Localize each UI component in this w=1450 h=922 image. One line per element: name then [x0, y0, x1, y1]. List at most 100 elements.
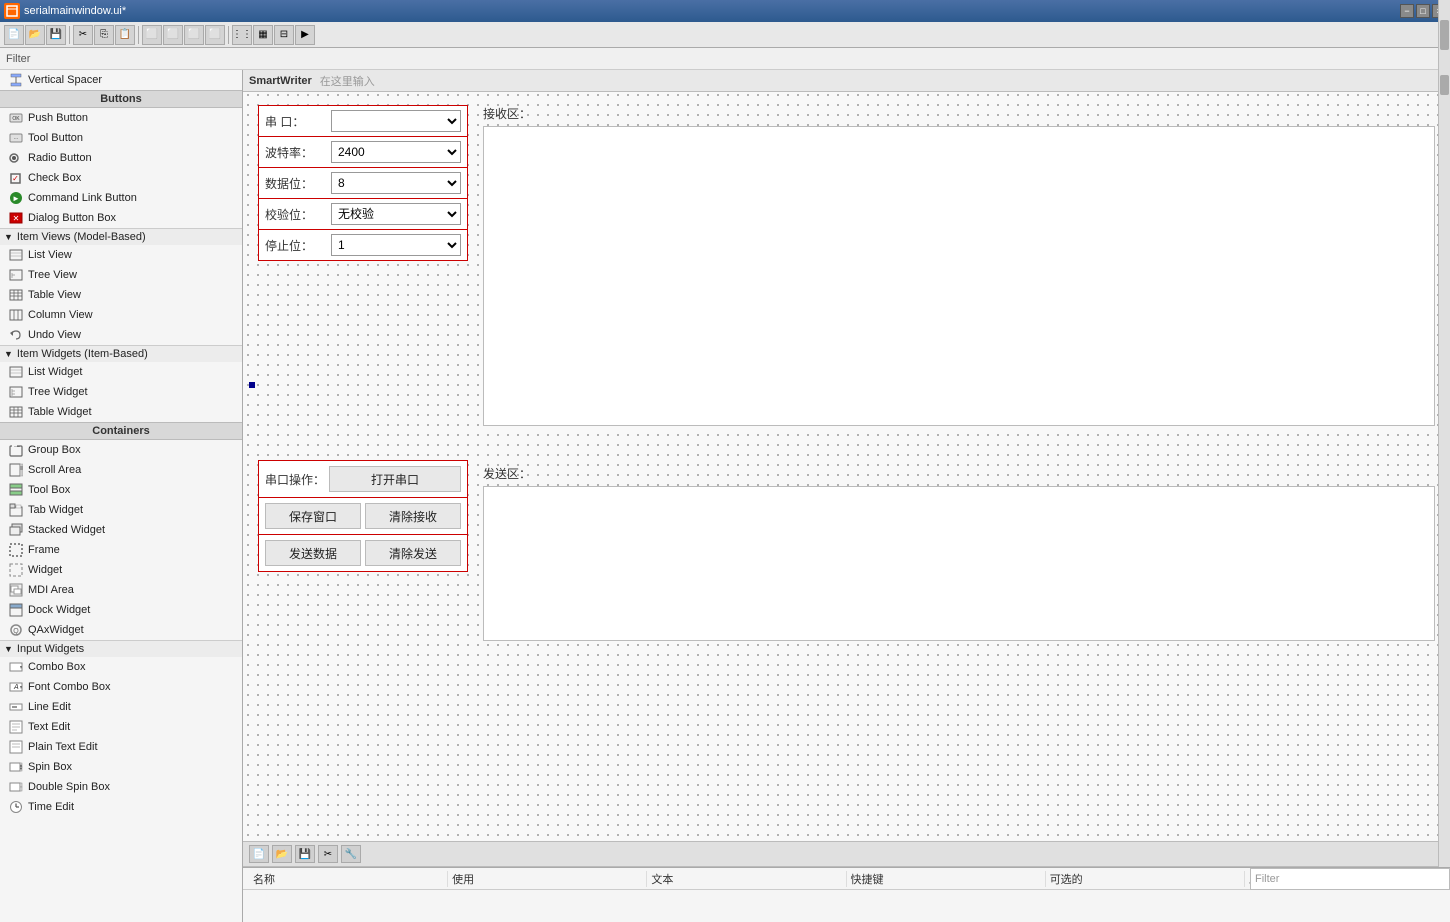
sidebar-item-table-widget[interactable]: Table Widget [0, 402, 242, 422]
clear-send-button[interactable]: 清除发送 [365, 540, 461, 566]
command-link-label: Command Link Button [28, 192, 137, 204]
sidebar-item-plain-text-edit[interactable]: Plain Text Edit [0, 737, 242, 757]
sidebar-item-spin-box[interactable]: ▲▼ Spin Box [0, 757, 242, 777]
sidebar-item-qax-widget[interactable]: Q QAxWidget [0, 620, 242, 640]
bt-btn-cut[interactable]: ✂ [318, 845, 338, 863]
tab-widget-label: Tab Widget [28, 504, 83, 516]
sidebar-item-time-edit[interactable]: Time Edit [0, 797, 242, 817]
section-item-views[interactable]: ▼ Item Views (Model-Based) [0, 228, 242, 245]
sidebar-item-dialog-button[interactable]: ✕ Dialog Button Box [0, 208, 242, 228]
sidebar-item-tree-view[interactable]: Tree View [0, 265, 242, 285]
stop-bits-select[interactable]: 1 1.5 2 [331, 234, 461, 256]
undo-view-icon [8, 327, 24, 343]
sidebar-item-stacked-widget[interactable]: Stacked Widget [0, 520, 242, 540]
sidebar-item-list-widget[interactable]: List Widget [0, 362, 242, 382]
bottom-toolbar: 📄 📂 💾 ✂ 🔧 [243, 841, 1450, 867]
tb-preview[interactable]: ▶ [295, 25, 315, 45]
main-container: Vertical Spacer Buttons OK Push Button ·… [0, 70, 1450, 922]
tb-open[interactable]: 📂 [25, 25, 45, 45]
sidebar-item-push-button[interactable]: OK Push Button [0, 108, 242, 128]
sidebar-item-tab-widget[interactable]: Tab Widget [0, 500, 242, 520]
bt-btn-new[interactable]: 📄 [249, 845, 269, 863]
sidebar-item-text-edit[interactable]: Text Edit [0, 717, 242, 737]
send-textarea[interactable] [483, 486, 1435, 641]
handle-ml[interactable] [249, 382, 255, 388]
tb-align-right[interactable]: ⬜ [163, 25, 183, 45]
tree-widget-icon [8, 384, 24, 400]
bt-btn-save[interactable]: 💾 [295, 845, 315, 863]
tb-align-top[interactable]: ⬜ [184, 25, 204, 45]
sidebar-item-tree-widget[interactable]: Tree Widget [0, 382, 242, 402]
canvas-vscroll-thumb[interactable] [1440, 75, 1449, 95]
save-window-button[interactable]: 保存窗口 [265, 503, 361, 529]
sidebar-item-dock-widget[interactable]: Dock Widget [0, 600, 242, 620]
maximize-button[interactable]: □ [1416, 4, 1430, 18]
scroll-area-icon [8, 462, 24, 478]
app-icon [4, 3, 20, 19]
baud-select[interactable]: 2400 9600 19200 115200 [331, 141, 461, 163]
props-filter-input[interactable]: Filter [1250, 868, 1450, 890]
mdi-area-label: MDI Area [28, 584, 74, 596]
sidebar-item-font-combo-box[interactable]: A Font Combo Box [0, 677, 242, 697]
tool-box-label: Tool Box [28, 484, 70, 496]
table-widget-icon [8, 404, 24, 420]
sidebar-item-group-box[interactable]: ── Group Box [0, 440, 242, 460]
sidebar-item-double-spin-box[interactable]: Double Spin Box [0, 777, 242, 797]
clear-recv-button[interactable]: 清除接收 [365, 503, 461, 529]
minimize-button[interactable]: − [1400, 4, 1414, 18]
sidebar-item-vertical-spacer[interactable]: Vertical Spacer [0, 70, 242, 90]
bt-btn-tool[interactable]: 🔧 [341, 845, 361, 863]
tb-align-left[interactable]: ⬜ [142, 25, 162, 45]
dialog-button-label: Dialog Button Box [28, 212, 116, 224]
double-spin-box-label: Double Spin Box [28, 781, 110, 793]
sidebar-item-table-view[interactable]: Table View [0, 285, 242, 305]
tb-break[interactable]: ⊟ [274, 25, 294, 45]
open-port-button[interactable]: 打开串口 [329, 466, 461, 492]
sw-placeholder[interactable]: 在这里输入 [320, 73, 375, 89]
send-data-button[interactable]: 发送数据 [265, 540, 361, 566]
props-filter-placeholder: Filter [1255, 873, 1279, 885]
tb-align-bottom[interactable]: ⬜ [205, 25, 225, 45]
tb-cut[interactable]: ✂ [73, 25, 93, 45]
sidebar-item-tool-box[interactable]: Tool Box [0, 480, 242, 500]
sidebar-item-line-edit[interactable]: Line Edit [0, 697, 242, 717]
op-row-open: 串口操作： 打开串口 [259, 461, 467, 498]
sidebar-item-mdi-area[interactable]: MDI Area [0, 580, 242, 600]
sidebar-item-check-box[interactable]: ✓ Check Box [0, 168, 242, 188]
left-panel: Vertical Spacer Buttons OK Push Button ·… [0, 70, 243, 922]
col-text: 文本 [647, 871, 846, 887]
send-area: 发送区： [483, 465, 1435, 644]
tb-grid[interactable]: ⋮⋮ [232, 25, 252, 45]
parity-select[interactable]: 无校验 奇校验 偶校验 [331, 203, 461, 225]
sidebar-item-widget[interactable]: Widget [0, 560, 242, 580]
dock-widget-icon [8, 602, 24, 618]
sidebar-item-frame[interactable]: Frame [0, 540, 242, 560]
svg-text:✕: ✕ [13, 214, 20, 223]
sidebar-item-scroll-area[interactable]: Scroll Area [0, 460, 242, 480]
data-bits-select[interactable]: 8 7 6 5 [331, 172, 461, 194]
tb-layout[interactable]: ▦ [253, 25, 273, 45]
input-widgets-label: Input Widgets [17, 643, 84, 655]
sidebar-item-undo-view[interactable]: Undo View [0, 325, 242, 345]
sidebar-item-list-view[interactable]: List View [0, 245, 242, 265]
bottom-props-panel: Filter 名称 使用 文本 快捷键 可选的 工具提 [243, 867, 1450, 922]
bt-btn-open[interactable]: 📂 [272, 845, 292, 863]
tb-new[interactable]: 📄 [4, 25, 24, 45]
stop-bits-label: 停止位： [265, 237, 325, 254]
port-select[interactable] [331, 110, 461, 132]
canvas-vscroll[interactable] [1438, 70, 1450, 867]
combo-box-label: Combo Box [28, 661, 85, 673]
tb-save[interactable]: 💾 [46, 25, 66, 45]
recv-textarea[interactable] [483, 126, 1435, 426]
tb-copy[interactable]: ⎘ [94, 25, 114, 45]
sidebar-item-radio-button[interactable]: Radio Button [0, 148, 242, 168]
text-edit-icon [8, 719, 24, 735]
tb-paste[interactable]: 📋 [115, 25, 135, 45]
sidebar-item-command-link[interactable]: ► Command Link Button [0, 188, 242, 208]
sidebar-item-column-view[interactable]: Column View [0, 305, 242, 325]
sidebar-item-tool-button[interactable]: ··· Tool Button [0, 128, 242, 148]
list-view-icon [8, 247, 24, 263]
sidebar-item-combo-box[interactable]: Combo Box [0, 657, 242, 677]
section-item-widgets[interactable]: ▼ Item Widgets (Item-Based) [0, 345, 242, 362]
section-input-widgets[interactable]: ▼ Input Widgets [0, 640, 242, 657]
